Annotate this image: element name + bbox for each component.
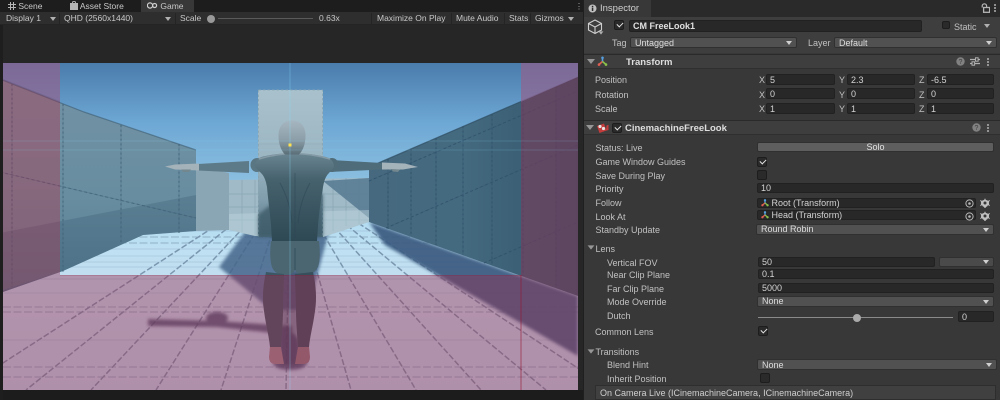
svg-text:?: ? <box>975 125 979 132</box>
svg-text:?: ? <box>959 59 963 66</box>
